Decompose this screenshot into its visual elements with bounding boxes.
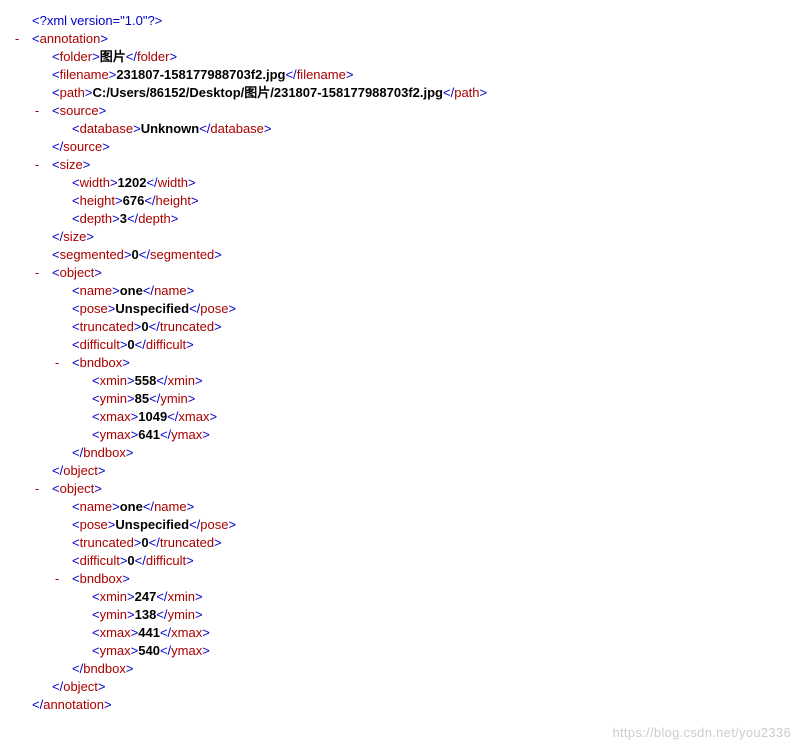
object1-bndbox-open[interactable]: -<bndbox> — [12, 354, 791, 372]
collapse-icon[interactable]: - — [52, 570, 62, 588]
collapse-icon[interactable]: - — [32, 480, 42, 498]
path-line: <path>C:/Users/86152/Desktop/图片/231807-1… — [12, 84, 791, 102]
object1-truncated: <truncated>0</truncated> — [12, 318, 791, 336]
object2-bndbox-open[interactable]: -<bndbox> — [12, 570, 791, 588]
size-close: </size> — [12, 228, 791, 246]
size-open[interactable]: -<size> — [12, 156, 791, 174]
annotation-close: </annotation> — [12, 696, 791, 714]
folder-line: <folder>图片</folder> — [12, 48, 791, 66]
depth-line: <depth>3</depth> — [12, 210, 791, 228]
object1-open[interactable]: -<object> — [12, 264, 791, 282]
collapse-icon[interactable]: - — [12, 30, 22, 48]
object1-ymin: <ymin>85</ymin> — [12, 390, 791, 408]
object2-open[interactable]: -<object> — [12, 480, 791, 498]
collapse-icon[interactable]: - — [32, 102, 42, 120]
object2-ymax: <ymax>540</ymax> — [12, 642, 791, 660]
collapse-icon[interactable]: - — [52, 354, 62, 372]
object1-difficult: <difficult>0</difficult> — [12, 336, 791, 354]
object1-xmax: <xmax>1049</xmax> — [12, 408, 791, 426]
object2-xmax: <xmax>441</xmax> — [12, 624, 791, 642]
object1-pose: <pose>Unspecified</pose> — [12, 300, 791, 318]
object2-difficult: <difficult>0</difficult> — [12, 552, 791, 570]
object2-pose: <pose>Unspecified</pose> — [12, 516, 791, 534]
object2-bndbox-close: </bndbox> — [12, 660, 791, 678]
object1-name: <name>one</name> — [12, 282, 791, 300]
collapse-icon[interactable]: - — [32, 264, 42, 282]
source-close: </source> — [12, 138, 791, 156]
source-open[interactable]: -<source> — [12, 102, 791, 120]
object2-name: <name>one</name> — [12, 498, 791, 516]
object1-bndbox-close: </bndbox> — [12, 444, 791, 462]
width-line: <width>1202</width> — [12, 174, 791, 192]
xml-pi: <?xml version="1.0"?> — [12, 12, 791, 30]
database-line: <database>Unknown</database> — [12, 120, 791, 138]
object1-close: </object> — [12, 462, 791, 480]
object2-xmin: <xmin>247</xmin> — [12, 588, 791, 606]
object1-ymax: <ymax>641</ymax> — [12, 426, 791, 444]
height-line: <height>676</height> — [12, 192, 791, 210]
object2-close: </object> — [12, 678, 791, 696]
collapse-icon[interactable]: - — [32, 156, 42, 174]
watermark: https://blog.csdn.net/you2336 — [612, 724, 791, 742]
object2-ymin: <ymin>138</ymin> — [12, 606, 791, 624]
object1-xmin: <xmin>558</xmin> — [12, 372, 791, 390]
segmented-line: <segmented>0</segmented> — [12, 246, 791, 264]
annotation-open[interactable]: -<annotation> — [12, 30, 791, 48]
filename-line: <filename>231807-158177988703f2.jpg</fil… — [12, 66, 791, 84]
object2-truncated: <truncated>0</truncated> — [12, 534, 791, 552]
